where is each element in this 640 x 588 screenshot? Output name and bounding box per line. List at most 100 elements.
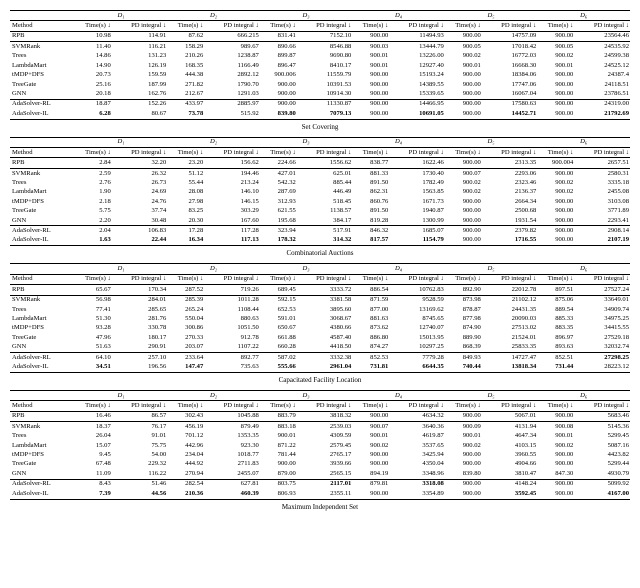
value-cell: 4350.04	[389, 460, 445, 469]
value-cell: 302.43	[167, 411, 204, 421]
col-pd: PD integral ↓	[204, 274, 260, 284]
value-cell: 2117.01	[297, 479, 353, 489]
value-cell: 23786.51	[574, 89, 630, 99]
table-row: SVMRank56.98284.01285.391011.28592.15338…	[10, 295, 630, 305]
value-cell: 1291.03	[204, 89, 260, 99]
value-cell: 4619.87	[389, 432, 445, 441]
value-cell: 9.45	[75, 450, 112, 459]
value-cell: 900.08	[537, 422, 574, 432]
value-cell: 16668.30	[482, 61, 538, 70]
value-cell: 1716.55	[482, 236, 538, 246]
value-cell: 28223.12	[574, 363, 630, 373]
table-row: Trees26.0491.01701.121353.35900.014309.5…	[10, 432, 630, 441]
value-cell: 900.01	[445, 61, 482, 70]
value-cell: 900.00	[352, 31, 389, 41]
value-cell: 661.88	[260, 333, 297, 342]
value-cell: 106.83	[112, 226, 168, 236]
value-cell: 900.00	[445, 207, 482, 216]
value-cell: 15339.65	[389, 89, 445, 99]
value-cell: 4634.32	[389, 411, 445, 421]
col-time: Time(s) ↓	[352, 401, 389, 411]
table-row: LambdaMart51.30281.76550.04880.63591.013…	[10, 314, 630, 323]
value-cell: 8546.88	[297, 42, 353, 52]
value-cell: 4103.15	[482, 441, 538, 450]
value-cell: 22012.78	[482, 285, 538, 295]
value-cell: 1011.28	[204, 295, 260, 305]
value-cell: 1166.49	[204, 61, 260, 70]
value-cell: 21792.69	[574, 109, 630, 119]
value-cell: 900.00	[537, 168, 574, 178]
value-cell: 900.02	[352, 441, 389, 450]
value-cell: 891.50	[352, 178, 389, 187]
value-cell: 900.00	[537, 460, 574, 469]
value-cell: 900.02	[537, 188, 574, 197]
col-method: Method	[10, 148, 75, 158]
value-cell: 13226.00	[389, 52, 445, 61]
col-time: Time(s) ↓	[537, 21, 574, 31]
value-cell: 880.63	[204, 314, 260, 323]
value-cell: 32.20	[112, 158, 168, 168]
value-cell: 180.17	[112, 333, 168, 342]
table-row: tMDP+DFS9.4554.00234.041018.77781.442765…	[10, 450, 630, 459]
table-row: tMDP+DFS20.73159.59444.382892.12900.0061…	[10, 71, 630, 80]
table-panel: D₁D₂D₃D₄D₅D₆MethodTime(s) ↓PD integral ↓…	[10, 10, 630, 131]
value-cell: 900.01	[445, 432, 482, 441]
value-cell: 839.80	[260, 109, 297, 119]
value-cell: 2500.68	[482, 207, 538, 216]
value-cell: 300.86	[167, 324, 204, 333]
value-cell: 2355.11	[297, 489, 353, 499]
value-cell: 900.00	[537, 99, 574, 109]
d-label: D₂	[167, 390, 260, 400]
table-row: AdaSolver-IL34.51196.56147.47735.63555.6…	[10, 363, 630, 373]
d-label: D₆	[537, 137, 630, 147]
value-cell: 4148.24	[482, 479, 538, 489]
value-cell: 2885.97	[204, 99, 260, 109]
value-cell: 900.00	[537, 236, 574, 246]
method-name: tMDP+DFS	[10, 324, 75, 333]
value-cell: 900.00	[260, 89, 297, 99]
col-pd: PD integral ↓	[112, 148, 168, 158]
method-name: LambdaMart	[10, 188, 75, 197]
d-label: D₂	[167, 264, 260, 274]
value-cell: 196.56	[112, 363, 168, 373]
value-cell: 460.39	[204, 489, 260, 499]
col-pd: PD integral ↓	[204, 401, 260, 411]
value-cell: 24525.12	[574, 61, 630, 70]
value-cell: 10391.53	[297, 80, 353, 89]
method-name: AdaSolver-IL	[10, 489, 75, 499]
value-cell: 3810.47	[482, 469, 538, 479]
value-cell: 11559.79	[297, 71, 353, 80]
d-label: D₅	[445, 11, 538, 21]
table-row: AdaSolver-IL7.3944.56210.36460.39806.932…	[10, 489, 630, 499]
value-cell: 900.00	[352, 411, 389, 421]
value-cell: 210.36	[167, 489, 204, 499]
value-cell: 1556.62	[297, 158, 353, 168]
value-cell: 886.80	[352, 333, 389, 342]
value-cell: 900.00	[352, 89, 389, 99]
value-cell: 4418.50	[297, 343, 353, 353]
value-cell: 900.00	[537, 489, 574, 499]
col-time: Time(s) ↓	[260, 148, 297, 158]
value-cell: 3939.66	[297, 460, 353, 469]
table-panel: D₁D₂D₃D₄D₅D₆MethodTime(s) ↓PD integral ↓…	[10, 390, 630, 511]
col-pd: PD integral ↓	[389, 401, 445, 411]
method-name: AdaSolver-IL	[10, 236, 75, 246]
value-cell: 819.28	[352, 216, 389, 226]
value-cell: 6644.35	[389, 363, 445, 373]
value-cell: 233.64	[167, 353, 204, 363]
value-cell: 3960.55	[482, 450, 538, 459]
value-cell: 290.91	[112, 343, 168, 353]
value-cell: 5067.01	[482, 411, 538, 421]
value-cell: 14.90	[75, 61, 112, 70]
value-cell: 883.18	[260, 422, 297, 432]
value-cell: 874.27	[352, 343, 389, 353]
value-cell: 862.31	[352, 188, 389, 197]
value-cell: 2.18	[75, 197, 112, 206]
value-cell: 427.01	[260, 168, 297, 178]
value-cell: 889.90	[445, 333, 482, 342]
value-cell: 20090.03	[482, 314, 538, 323]
value-cell: 4587.40	[297, 333, 353, 342]
col-time: Time(s) ↓	[445, 21, 482, 31]
value-cell: 271.82	[167, 80, 204, 89]
value-cell: 900.01	[260, 432, 297, 441]
